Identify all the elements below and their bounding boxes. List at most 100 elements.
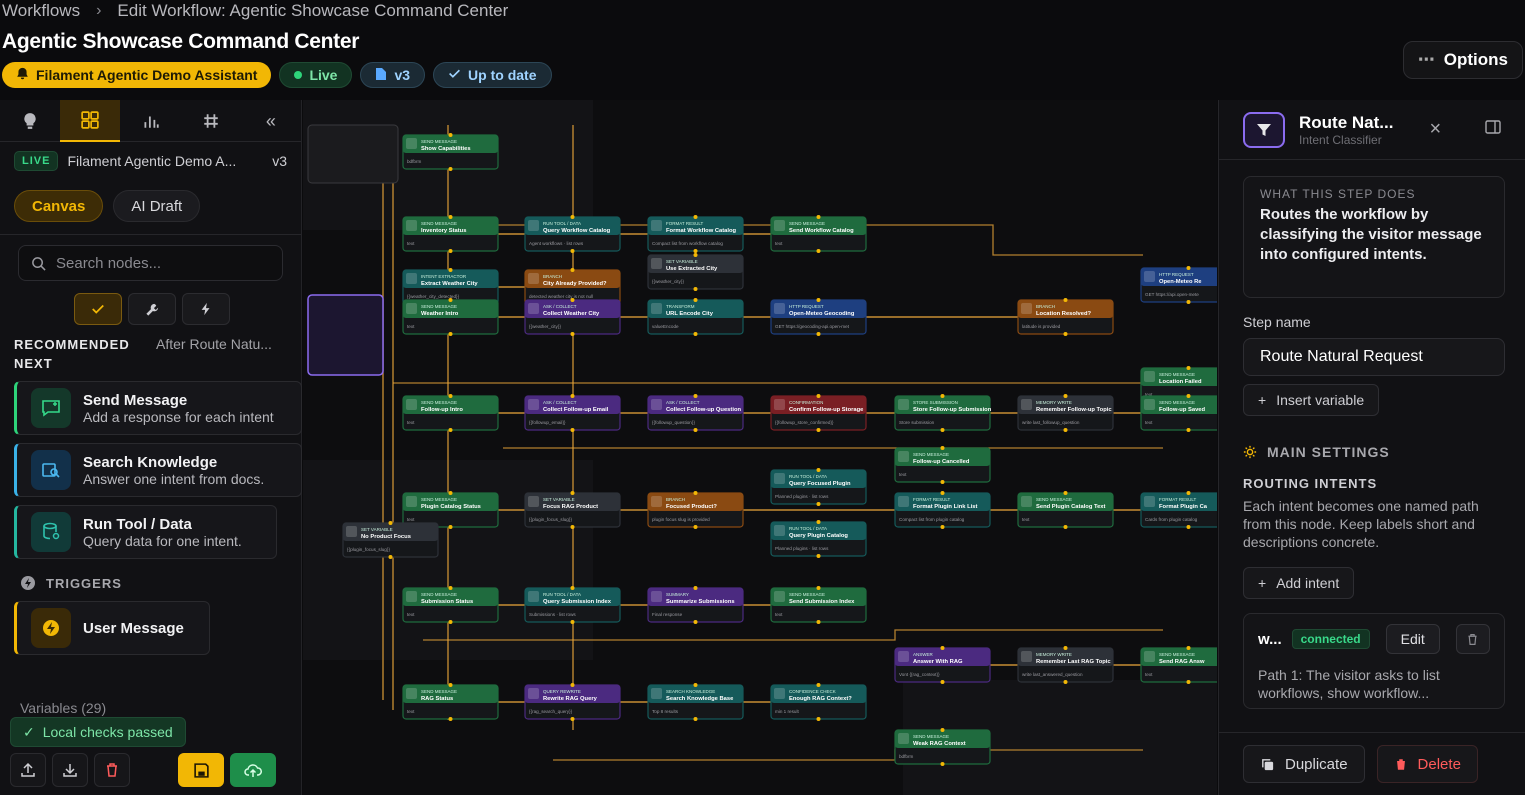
breadcrumb-workflows-link[interactable]: Workflows xyxy=(2,1,80,21)
node-input-port[interactable] xyxy=(448,683,453,687)
node-input-port[interactable] xyxy=(816,520,821,524)
node-output-port[interactable] xyxy=(448,332,453,336)
node-output-port[interactable] xyxy=(693,428,698,432)
add-intent-button[interactable]: + Add intent xyxy=(1243,567,1355,599)
node-output-port[interactable] xyxy=(693,525,698,529)
workflow-node[interactable]: SEND MESSAGE Weather Intro text xyxy=(402,298,499,336)
node-output-port[interactable] xyxy=(448,428,453,432)
node-output-port[interactable] xyxy=(693,287,698,291)
node-input-port[interactable] xyxy=(816,215,821,219)
node-input-port[interactable] xyxy=(448,268,453,272)
search-input[interactable] xyxy=(56,254,256,272)
node-input-port[interactable] xyxy=(570,215,575,219)
save-button[interactable] xyxy=(178,753,224,787)
node-output-port[interactable] xyxy=(940,762,945,766)
workflow-node[interactable]: RUN TOOL / DATA Query Workflow Catalog Age… xyxy=(524,215,621,253)
node-input-port[interactable] xyxy=(693,298,698,302)
intent-card[interactable]: w... connected Edit Path 1: The visitor … xyxy=(1243,613,1505,709)
node-output-port[interactable] xyxy=(1186,428,1191,432)
node-input-port[interactable] xyxy=(940,728,945,732)
workflow-node[interactable]: SET VARIABLE Focus RAG Product {{plugin_fo… xyxy=(524,491,621,529)
node-output-port[interactable] xyxy=(448,620,453,624)
node-output-port[interactable] xyxy=(570,332,575,336)
node-input-port[interactable] xyxy=(693,253,698,257)
node-output-port[interactable] xyxy=(1063,428,1068,432)
edit-intent-button[interactable]: Edit xyxy=(1385,624,1440,654)
step-name-input[interactable]: Route Natural Request xyxy=(1243,338,1505,376)
search-knowledge-card[interactable]: Search Knowledge Answer one intent from … xyxy=(14,443,302,497)
workflow-node[interactable]: SEND MESSAGE Send RAG Answ text xyxy=(1140,646,1217,684)
main-settings-header[interactable]: MAIN SETTINGS xyxy=(1243,444,1525,460)
delete-workflow-button[interactable] xyxy=(94,753,130,787)
workflow-node[interactable]: RUN TOOL / DATA Query Submission Index Sub… xyxy=(524,586,621,624)
node-input-port[interactable] xyxy=(816,586,821,590)
tab-ideas[interactable] xyxy=(0,100,60,142)
node-input-port[interactable] xyxy=(388,521,393,525)
node-input-port[interactable] xyxy=(940,491,945,495)
node-input-port[interactable] xyxy=(940,394,945,398)
tab-nodes[interactable] xyxy=(60,100,121,142)
node-output-port[interactable] xyxy=(693,620,698,624)
workflow-node[interactable]: BRANCH Location Resolved? latitude is prov… xyxy=(1017,298,1114,336)
workflow-node[interactable]: HTTP REQUEST Open-Meteo Geocoding GET http… xyxy=(770,298,867,336)
duplicate-button[interactable]: Duplicate xyxy=(1243,745,1365,783)
dock-panel-icon[interactable] xyxy=(1485,120,1501,139)
workflow-node[interactable]: MEMORY WRITE Remember Last RAG Topic write… xyxy=(1017,646,1114,684)
tab-analytics[interactable] xyxy=(120,100,180,142)
node-input-port[interactable] xyxy=(1186,646,1191,650)
node-input-port[interactable] xyxy=(816,394,821,398)
upload-button[interactable] xyxy=(10,753,46,787)
workflow-node[interactable]: SEND MESSAGE Show Capabilities bdfbrm xyxy=(402,133,499,171)
workflow-node[interactable]: SET VARIABLE No Product Focus {{plugin_foc… xyxy=(342,521,439,559)
node-output-port[interactable] xyxy=(1186,680,1191,684)
node-output-port[interactable] xyxy=(693,717,698,721)
node-input-port[interactable] xyxy=(570,268,575,272)
collapse-panel-button[interactable]: « xyxy=(241,100,301,142)
assistant-badge[interactable]: Filament Agentic Demo Assistant xyxy=(2,62,272,88)
workflow-graph[interactable]: SEND MESSAGEShow Capabilitiesbdfbrm SEND … xyxy=(303,100,1217,795)
user-message-trigger-card[interactable]: User Message xyxy=(14,601,210,655)
node-output-port[interactable] xyxy=(388,555,393,559)
workflow-node[interactable]: ANSWER Answer With RAG Vont {{rag_context}… xyxy=(894,646,991,684)
run-tool-card[interactable]: Run Tool / Data Query data for one inten… xyxy=(14,505,277,559)
node-output-port[interactable] xyxy=(448,717,453,721)
node-input-port[interactable] xyxy=(448,394,453,398)
close-icon[interactable]: × xyxy=(1429,118,1441,141)
node-output-port[interactable] xyxy=(570,525,575,529)
workflow-node[interactable]: HTTP REQUEST Open-Meteo Re GET https://api… xyxy=(1140,266,1217,304)
workflow-node[interactable]: SEND MESSAGE Send Plugin Catalog Text text xyxy=(1017,491,1114,529)
node-input-port[interactable] xyxy=(1186,394,1191,398)
workflow-node[interactable]: SEND MESSAGE Weak RAG Context bdfbrm xyxy=(894,728,991,766)
workflow-node[interactable]: MEMORY WRITE Remember Follow-up Topic writ… xyxy=(1017,394,1114,432)
node-input-port[interactable] xyxy=(940,446,945,450)
workflow-node[interactable]: ASK / COLLECT Collect Weather City {{weath… xyxy=(524,298,621,336)
node-output-port[interactable] xyxy=(693,332,698,336)
workflow-node[interactable]: SEND MESSAGE Follow-up Intro text xyxy=(402,394,499,432)
variables-section-toggle[interactable]: Variables (29) xyxy=(20,700,106,716)
node-input-port[interactable] xyxy=(570,491,575,495)
send-message-card[interactable]: Send Message Add a response for each int… xyxy=(14,381,302,435)
download-button[interactable] xyxy=(52,753,88,787)
node-input-port[interactable] xyxy=(1186,266,1191,270)
node-input-port[interactable] xyxy=(816,683,821,687)
node-output-port[interactable] xyxy=(940,480,945,484)
node-input-port[interactable] xyxy=(693,491,698,495)
delete-step-button[interactable]: Delete xyxy=(1376,745,1478,783)
node-output-port[interactable] xyxy=(1063,332,1068,336)
node-output-port[interactable] xyxy=(448,167,453,171)
node-input-port[interactable] xyxy=(1063,646,1068,650)
node-output-port[interactable] xyxy=(816,554,821,558)
node-output-port[interactable] xyxy=(570,249,575,253)
node-input-port[interactable] xyxy=(693,683,698,687)
workflow-node[interactable]: SEND MESSAGE Send Workflow Catalog text xyxy=(770,215,867,253)
filter-triggers-button[interactable] xyxy=(182,293,230,325)
node-output-port[interactable] xyxy=(940,525,945,529)
workflow-node[interactable]: SEND MESSAGE Inventory Status text xyxy=(402,215,499,253)
workflow-node[interactable]: SET VARIABLE Use Extracted City {{weather_… xyxy=(647,253,744,291)
workflow-node[interactable]: ASK / COLLECT Collect Follow-up Question {… xyxy=(647,394,744,432)
node-input-port[interactable] xyxy=(1063,491,1068,495)
insert-variable-button[interactable]: + Insert variable xyxy=(1243,384,1380,416)
workflow-node[interactable]: SEARCH KNOWLEDGE Search Knowledge Base Top… xyxy=(647,683,744,721)
workflow-node[interactable]: SEND MESSAGE Send Submission Index text xyxy=(770,586,867,624)
workflow-node[interactable]: STORE SUBMISSION Store Follow-up Submissi… xyxy=(894,394,992,432)
